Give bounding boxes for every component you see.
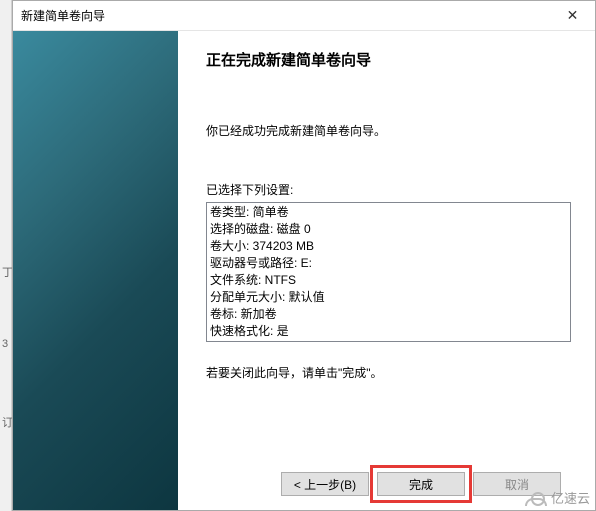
setting-line: 快速格式化: 是 [208, 323, 569, 340]
content-area: 正在完成新建简单卷向导 你已经成功完成新建简单卷向导。 已选择下列设置: 卷类型… [13, 31, 595, 510]
wizard-window: 新建简单卷向导 ✕ 正在完成新建简单卷向导 你已经成功完成新建简单卷向导。 已选… [12, 0, 596, 511]
close-icon: ✕ [567, 7, 579, 24]
main-panel: 正在完成新建简单卷向导 你已经成功完成新建简单卷向导。 已选择下列设置: 卷类型… [178, 31, 595, 510]
setting-line: 卷类型: 简单卷 [208, 204, 569, 221]
page-heading: 正在完成新建简单卷向导 [206, 49, 571, 70]
edge-marker: 3 [2, 338, 8, 350]
setting-line: 选择的磁盘: 磁盘 0 [208, 221, 569, 238]
back-button[interactable]: < 上一步(B) [281, 472, 369, 496]
setting-line: 驱动器号或路径: E: [208, 255, 569, 272]
setting-line: 分配单元大小: 默认值 [208, 289, 569, 306]
settings-label: 已选择下列设置: [206, 181, 571, 198]
setting-line: 卷标: 新加卷 [208, 306, 569, 323]
background-edge: 丁 3 订 [0, 0, 12, 511]
close-button[interactable]: ✕ [550, 2, 595, 30]
setting-line: 卷大小: 374203 MB [208, 238, 569, 255]
wizard-sidebar-graphic [13, 31, 178, 510]
settings-listbox[interactable]: 卷类型: 简单卷 选择的磁盘: 磁盘 0 卷大小: 374203 MB 驱动器号… [206, 202, 571, 342]
titlebar: 新建简单卷向导 ✕ [13, 1, 595, 31]
cancel-button[interactable]: 取消 [473, 472, 561, 496]
close-hint-text: 若要关闭此向导，请单击"完成"。 [206, 364, 571, 381]
window-title: 新建简单卷向导 [21, 7, 105, 24]
completion-text: 你已经成功完成新建简单卷向导。 [206, 122, 571, 139]
button-row: < 上一步(B) 完成 取消 [206, 460, 571, 510]
finish-button[interactable]: 完成 [377, 472, 465, 496]
setting-line: 文件系统: NTFS [208, 272, 569, 289]
